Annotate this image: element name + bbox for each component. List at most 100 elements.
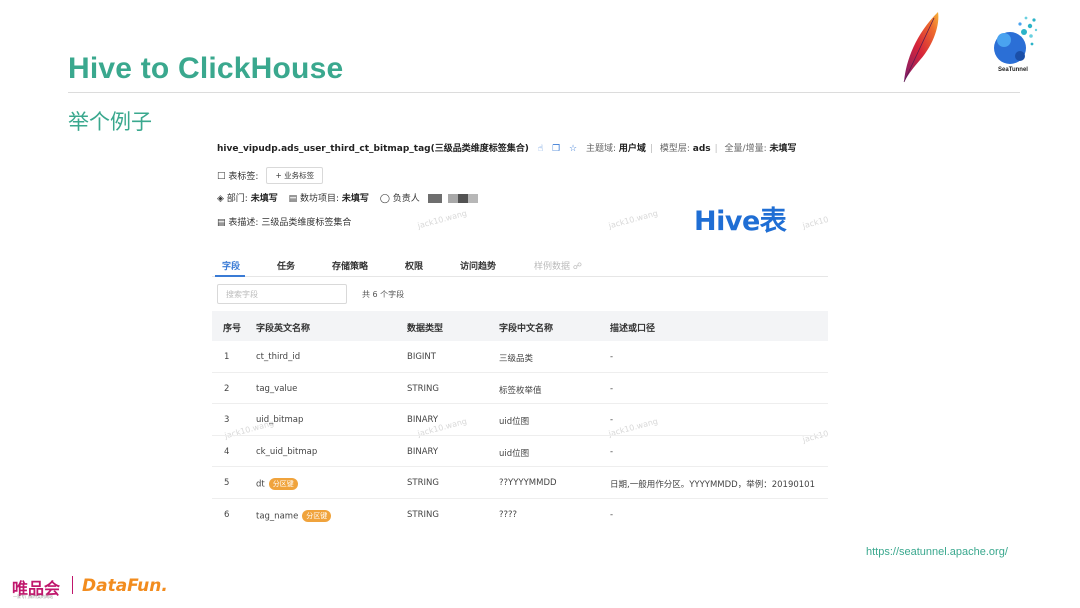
table-row: 3 uid_bitmap BINARY uid位图 - xyxy=(212,404,828,436)
detail-tabs: 字段 任务 存储策略 权限 访问趋势 样例数据 ☍ xyxy=(212,253,828,277)
description-icon: ▤ xyxy=(217,218,226,228)
cell-name: ct_third_id xyxy=(256,352,301,362)
field-search-input[interactable]: 搜索字段 xyxy=(217,284,347,304)
hive-table-badge: Hive表 xyxy=(694,206,787,237)
layers-icon: ◈ xyxy=(217,194,224,204)
cell-name: tag_value xyxy=(256,383,298,394)
cell-desc: - xyxy=(610,446,614,457)
cell-type: STRING xyxy=(407,478,439,488)
cell-name: tag_name xyxy=(256,511,299,521)
seatunnel-url-link[interactable]: https://seatunnel.apache.org/ xyxy=(866,546,1008,558)
dept-label: 部门: xyxy=(226,194,248,204)
cell-desc: - xyxy=(610,415,614,425)
model-value: ads xyxy=(692,144,711,154)
subject-label: 主题域: xyxy=(585,144,617,154)
cell-name-wrap: tag_name 分区键 xyxy=(256,509,332,522)
cell-type: STRING xyxy=(407,509,439,520)
cell-cn-name: uid位图 xyxy=(499,417,530,427)
active-tab-indicator xyxy=(215,275,245,277)
tab-fields[interactable]: 字段 xyxy=(222,259,240,272)
cell-name: dt xyxy=(256,479,265,490)
apache-feather-icon xyxy=(903,12,939,83)
slide-subtitle: 举个例子 xyxy=(68,110,152,134)
datafun-logo: DataFun. xyxy=(82,576,168,596)
cell-no: 3 xyxy=(224,415,230,425)
bookmark-icon: □ xyxy=(217,170,226,181)
partition-key-badge: 分区键 xyxy=(302,509,332,522)
cell-desc: - xyxy=(610,383,614,394)
table-header-row: 序号 字段英文名称 数据类型 字段中文名称 描述或口径 xyxy=(212,311,828,341)
field-count: 共 6 个字段 xyxy=(362,290,405,299)
project-label: 数坊项目: xyxy=(300,194,340,204)
table-tags-row: □ 表标签: + 业务标签 xyxy=(217,167,324,184)
cell-cn-name: ???? xyxy=(499,509,518,520)
cell-cn-name: ??YYYYMMDD xyxy=(499,478,557,488)
table-description-row: ▤ 表描述: 三级品类维度标签集合 xyxy=(217,215,351,228)
tab-permissions[interactable]: 权限 xyxy=(405,259,423,272)
desc-label: 表描述: xyxy=(228,218,259,228)
tab-tasks[interactable]: 任务 xyxy=(277,259,295,272)
star-icon[interactable]: ☆ xyxy=(569,144,577,154)
add-business-tag-button[interactable]: + 业务标签 xyxy=(266,167,324,184)
cell-type: BINARY xyxy=(407,415,439,425)
partition-key-badge: 分区键 xyxy=(268,478,298,490)
logo-divider xyxy=(72,576,73,594)
subject-value: 用户域 xyxy=(618,144,646,154)
cell-no: 2 xyxy=(224,383,230,394)
cell-no: 4 xyxy=(224,446,230,457)
cell-desc: - xyxy=(610,509,614,520)
lock-icon: ☍ xyxy=(572,262,583,272)
cell-cn-name: 标签枚举值 xyxy=(499,385,542,396)
hive-table-screenshot: hive_vipudp.ads_user_third_ct_bitmap_tag… xyxy=(212,133,828,529)
cell-name: ck_uid_bitmap xyxy=(256,446,318,457)
cell-cn-name: uid位图 xyxy=(499,448,530,459)
table-row: 4 ck_uid_bitmap BINARY uid位图 - xyxy=(212,436,828,467)
table-row: 1 ct_third_id BIGINT 三级品类 - xyxy=(212,341,828,373)
copy-icon[interactable]: ❐ xyxy=(552,144,560,154)
owner-redacted xyxy=(428,194,479,203)
col-header-cn-name: 字段中文名称 xyxy=(499,324,554,334)
model-label: 模型层: xyxy=(659,144,690,154)
watermark: jack10.wang xyxy=(801,208,828,231)
cell-type: BINARY xyxy=(407,446,439,457)
tab-sample-data: 样例数据 ☍ xyxy=(534,259,582,272)
project-icon: ▤ xyxy=(288,194,298,204)
cell-name-wrap: dt 分区键 xyxy=(256,478,298,490)
col-header-name: 字段英文名称 xyxy=(256,324,311,334)
cell-no: 5 xyxy=(224,478,230,488)
table-row: 2 tag_value STRING 标签枚举值 - xyxy=(212,373,828,404)
title-divider xyxy=(68,92,1020,93)
thumbs-up-icon[interactable]: ☝ xyxy=(538,144,543,154)
tags-label: 表标签: xyxy=(228,172,259,182)
desc-value: 三级品类维度标签集合 xyxy=(261,218,352,228)
cell-no: 1 xyxy=(224,352,230,362)
owner-label: 负责人 xyxy=(392,194,420,204)
tab-access-trend[interactable]: 访问趋势 xyxy=(460,259,496,272)
cell-type: STRING xyxy=(407,383,439,394)
user-icon: ◯ xyxy=(379,194,390,204)
cell-desc: 日期,一般用作分区。YYYYMMDD，举例：20190101 xyxy=(610,480,815,490)
tab-sample-data-label: 样例数据 xyxy=(534,262,571,272)
cell-desc: - xyxy=(610,352,614,362)
table-owner-row: ◈ 部门: 未填写 ▤ 数坊项目: 未填写 ◯ 负责人 xyxy=(217,191,479,204)
cell-name: uid_bitmap xyxy=(256,415,304,425)
vipshop-slogan: 一家专门做特卖的网站 xyxy=(13,594,53,599)
cell-type: BIGINT xyxy=(407,352,436,362)
slide-title: Hive to ClickHouse xyxy=(68,52,344,85)
project-value: 未填写 xyxy=(341,194,369,204)
dept-value: 未填写 xyxy=(250,194,278,204)
table-header: hive_vipudp.ads_user_third_ct_bitmap_tag… xyxy=(217,144,797,154)
tab-storage-policy[interactable]: 存储策略 xyxy=(332,259,368,272)
cell-cn-name: 三级品类 xyxy=(499,354,534,364)
table-row: 5 dt 分区键 STRING ??YYYYMMDD 日期,一般用作分区。YYYY… xyxy=(212,467,828,499)
seatunnel-label: SeaTunnel xyxy=(998,67,1028,73)
col-header-type: 数据类型 xyxy=(407,324,444,334)
cell-no: 6 xyxy=(224,509,230,520)
table-row: 6 tag_name 分区键 STRING ???? - xyxy=(212,499,828,530)
col-header-no: 序号 xyxy=(223,324,242,334)
table-name: hive_vipudp.ads_user_third_ct_bitmap_tag… xyxy=(217,144,529,154)
col-header-desc: 描述或口径 xyxy=(610,324,656,334)
watermark: jack10.wang xyxy=(416,208,468,231)
watermark: jack10.wang xyxy=(607,208,659,231)
load-label: 全量/增量: xyxy=(724,144,767,154)
